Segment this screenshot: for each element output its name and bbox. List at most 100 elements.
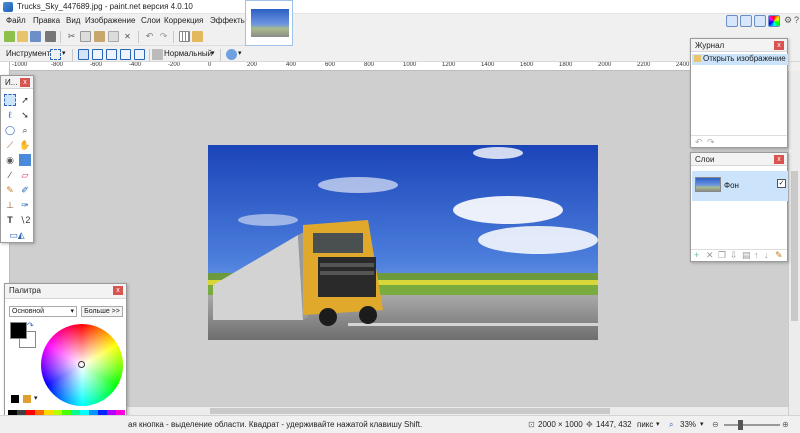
magic-wand-icon[interactable]: ⟋	[4, 139, 16, 151]
ellipse-select-icon[interactable]: ◯	[4, 124, 16, 136]
undo-icon[interactable]: ↶	[144, 31, 155, 42]
pan-icon[interactable]: ✋	[19, 139, 31, 151]
add-layer-icon[interactable]: +	[694, 250, 699, 260]
copy-icon[interactable]	[80, 31, 91, 42]
color-wheel-cursor[interactable]	[78, 361, 85, 368]
history-item[interactable]: Открыть изображение	[692, 54, 788, 65]
recolor-icon[interactable]: ✑	[19, 199, 31, 211]
primary-color-swatch[interactable]	[10, 322, 27, 339]
zoom-out-icon[interactable]: ⊖	[712, 420, 719, 429]
import-layer-icon[interactable]: ▤	[742, 250, 751, 261]
chevron-down-icon[interactable]: ▾	[62, 49, 66, 57]
redo-icon[interactable]: ↷	[158, 31, 169, 42]
menu-file[interactable]: Файл	[6, 16, 26, 25]
paint-bucket-icon[interactable]: ◉	[4, 154, 16, 166]
image-tab[interactable]	[245, 0, 293, 46]
ruler-label: 0	[208, 62, 212, 68]
lasso-select-icon[interactable]: ℓ	[4, 109, 16, 121]
chevron-down-icon: ▾	[70, 308, 74, 315]
close-icon[interactable]: x	[20, 78, 30, 87]
zoom-icon[interactable]: ⌕	[19, 124, 31, 136]
units-select[interactable]: пикс	[637, 420, 653, 429]
color-picker-icon[interactable]: ✐	[19, 184, 31, 196]
delete-layer-icon[interactable]: ✕	[706, 250, 714, 261]
settings-icon[interactable]: ⚙	[784, 15, 792, 26]
menu-view[interactable]: Вид	[66, 16, 80, 25]
history-window-icon[interactable]	[740, 15, 752, 27]
chevron-down-icon[interactable]: ▾	[34, 394, 38, 402]
app-icon	[3, 2, 13, 12]
duplicate-layer-icon[interactable]: ❐	[718, 250, 726, 261]
antialias-icon[interactable]	[226, 49, 237, 60]
text-icon[interactable]: T	[4, 214, 16, 226]
shapes-icon[interactable]: ▭◭	[4, 229, 30, 241]
pencil-icon[interactable]: ✎	[4, 184, 16, 196]
image-canvas[interactable]	[208, 145, 598, 340]
move-selected-icon[interactable]: ➚	[19, 94, 31, 106]
blend-mode-select[interactable]: Нормальный	[164, 49, 212, 58]
eraser-icon[interactable]: ▱	[19, 169, 31, 181]
chevron-down-icon[interactable]: ▾	[211, 49, 215, 57]
zoom-slider[interactable]	[724, 424, 780, 426]
cut-icon[interactable]: ✂	[66, 31, 77, 42]
zoom-slider-thumb[interactable]	[738, 420, 743, 430]
menu-layers[interactable]: Слои	[141, 16, 160, 25]
palette-mode-select[interactable]: Основной ▾	[9, 306, 77, 317]
zoom-level[interactable]: 33%	[680, 420, 696, 429]
gradient-icon[interactable]	[19, 154, 31, 166]
grid-icon[interactable]	[179, 31, 190, 42]
new-icon[interactable]	[4, 31, 15, 42]
close-icon[interactable]: x	[774, 41, 784, 50]
selection-intersect-icon[interactable]	[120, 49, 131, 60]
rect-select-icon[interactable]	[50, 49, 61, 60]
chevron-down-icon[interactable]: ▾	[238, 49, 242, 57]
menu-edit[interactable]: Правка	[33, 16, 60, 25]
layers-window-icon[interactable]	[754, 15, 766, 27]
selection-union-icon[interactable]	[92, 49, 103, 60]
help-icon[interactable]: ?	[794, 15, 799, 25]
clone-stamp-icon[interactable]: ⊥	[4, 199, 16, 211]
paste-icon[interactable]	[94, 31, 105, 42]
merge-layer-icon[interactable]: ⇩	[730, 250, 738, 261]
swap-colors-icon[interactable]: ↷	[27, 321, 34, 330]
line-curve-icon[interactable]: ∖2	[19, 214, 31, 226]
save-icon[interactable]	[30, 31, 41, 42]
move-up-icon[interactable]: ↑	[754, 250, 759, 260]
palette-menu-icon[interactable]	[23, 395, 31, 403]
colors-window-icon[interactable]	[768, 15, 780, 27]
undo-icon[interactable]: ↶	[695, 137, 703, 148]
close-icon[interactable]: x	[774, 155, 784, 164]
menu-image[interactable]: Изображение	[85, 16, 135, 25]
more-button[interactable]: Больше >>	[81, 306, 123, 317]
window-title: Trucks_Sky_447689.jpg - paint.net версия…	[17, 2, 193, 11]
rectangle-select-icon[interactable]	[4, 94, 16, 106]
tools-window-icon[interactable]	[726, 15, 738, 27]
color-wheel[interactable]	[41, 324, 123, 406]
selection-replace-icon[interactable]	[78, 49, 89, 60]
open-icon[interactable]	[17, 31, 28, 42]
move-selection-icon[interactable]: ➘	[19, 109, 31, 121]
horizontal-ruler: -1000 -800 -600 -400 -200 0 200 400 600 …	[10, 62, 788, 71]
close-icon[interactable]: x	[113, 286, 123, 295]
deselect-icon[interactable]: ✕	[122, 31, 133, 42]
chevron-down-icon[interactable]: ▾	[700, 420, 704, 428]
paintbrush-icon[interactable]: ∕	[4, 169, 16, 181]
menu-effects[interactable]: Эффекты	[210, 16, 246, 25]
scroll-thumb[interactable]	[791, 171, 798, 321]
redo-icon[interactable]: ↷	[707, 137, 715, 148]
layer-properties-icon[interactable]: ✎	[775, 250, 783, 261]
vertical-scrollbar[interactable]	[788, 71, 800, 415]
ruler-icon[interactable]	[192, 31, 203, 42]
menu-adjustments[interactable]: Коррекция	[164, 16, 203, 25]
blend-mode-icon	[152, 49, 163, 60]
layer-visibility-checkbox[interactable]: ✓	[777, 179, 786, 188]
move-down-icon[interactable]: ↓	[764, 250, 769, 260]
chevron-down-icon[interactable]: ▾	[656, 420, 660, 428]
print-icon[interactable]	[45, 31, 56, 42]
selection-xor-icon[interactable]	[134, 49, 145, 60]
selection-exclude-icon[interactable]	[106, 49, 117, 60]
layer-row[interactable]: Фон ✓	[692, 171, 788, 201]
zoom-in-icon[interactable]: ⊕	[782, 420, 789, 429]
crop-icon[interactable]	[108, 31, 119, 42]
scroll-thumb[interactable]	[210, 408, 610, 414]
